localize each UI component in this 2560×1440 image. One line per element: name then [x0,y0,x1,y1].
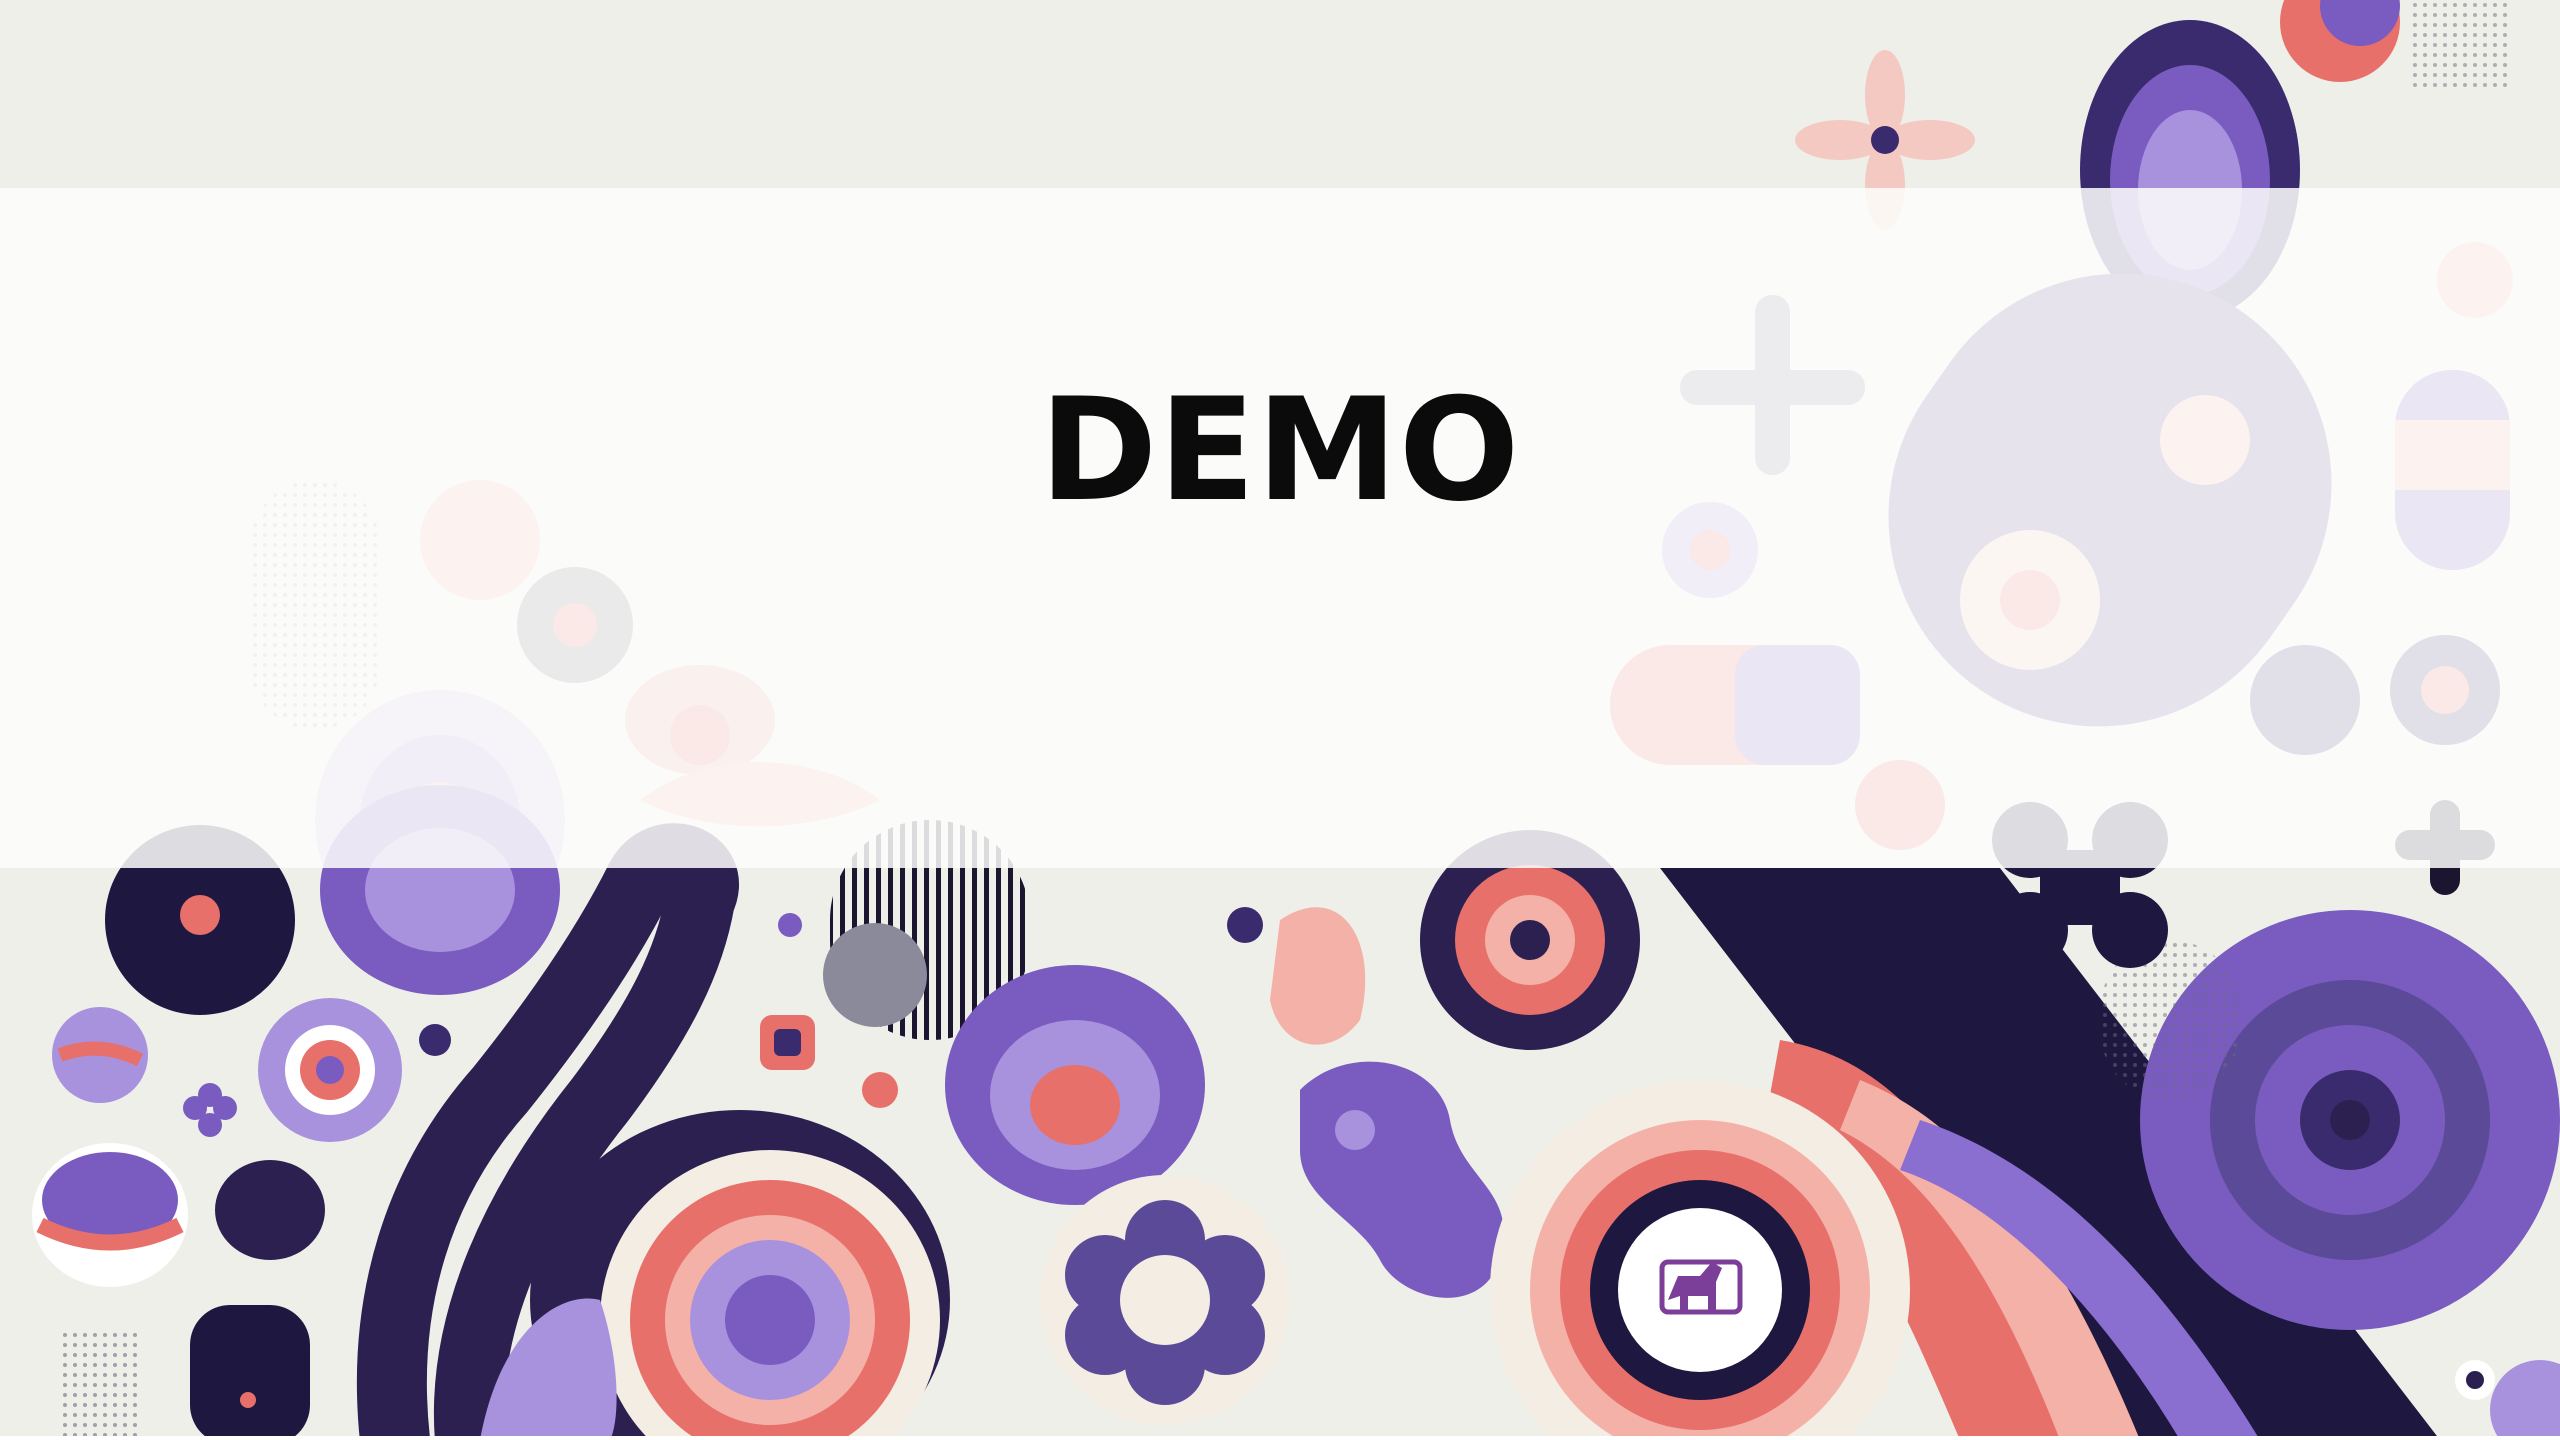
slide: DEMO [0,0,2560,1440]
bottom-strip [0,1436,2560,1440]
slide-title: DEMO [1039,368,1521,533]
